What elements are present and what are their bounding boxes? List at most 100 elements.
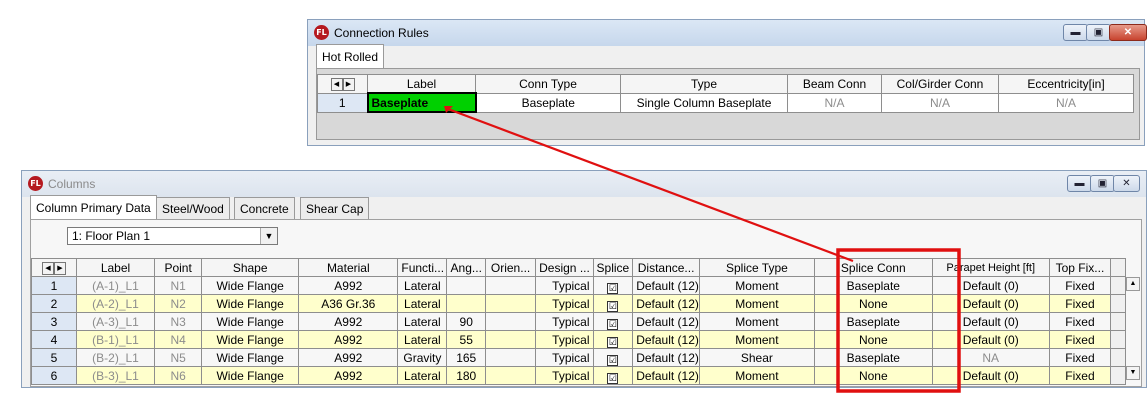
scrollbar-track[interactable]	[1110, 276, 1126, 295]
splice-checkbox[interactable]: ☑	[592, 348, 634, 367]
tab-column-primary-data[interactable]: Column Primary Data	[30, 195, 157, 219]
header-distance[interactable]: Distance...	[632, 258, 700, 277]
label-cell-selected[interactable]: Baseplate	[366, 92, 477, 113]
minimize-icon[interactable]: ▬	[1067, 175, 1092, 192]
row-number[interactable]: 4	[31, 330, 77, 349]
scroll-up-icon[interactable]: ▲	[1126, 277, 1140, 291]
point-cell[interactable]: N5	[154, 348, 203, 367]
header-shape[interactable]: Shape	[201, 258, 300, 277]
checkbox-checked-icon[interactable]: ☑	[607, 300, 619, 312]
point-cell[interactable]: N3	[154, 312, 203, 331]
shape-cell[interactable]: Wide Flange	[201, 330, 300, 349]
floor-plan-select[interactable]: 1: Floor Plan 1 ▼	[67, 227, 278, 245]
design-cell[interactable]: Typical	[535, 366, 594, 385]
orientation-cell[interactable]	[485, 348, 537, 367]
angle-cell[interactable]: 55	[446, 330, 487, 349]
splice-conn-cell[interactable]: Baseplate	[813, 276, 933, 295]
design-cell[interactable]: Typical	[535, 294, 594, 313]
header-eccentricity[interactable]: Eccentricity[in]	[998, 74, 1134, 94]
nav-next-icon[interactable]: ▶	[53, 261, 66, 275]
material-cell[interactable]: A992	[298, 348, 399, 367]
parapet-height-cell[interactable]: Default (0)	[931, 366, 1050, 385]
header-orientation[interactable]: Orien...	[485, 258, 537, 277]
row-number[interactable]: 6	[31, 366, 77, 385]
label-cell[interactable]: (B-2)_L1	[75, 348, 156, 367]
design-cell[interactable]: Typical	[535, 348, 594, 367]
angle-cell[interactable]	[446, 294, 487, 313]
row-nav-header[interactable]: ◀ ▶	[31, 258, 77, 277]
design-cell[interactable]: Typical	[535, 330, 594, 349]
splice-type-cell[interactable]: Moment	[698, 312, 815, 331]
header-design[interactable]: Design ...	[535, 258, 594, 277]
header-parapet-height[interactable]: Parapet Height [ft]	[931, 258, 1050, 277]
table-row[interactable]: 3 (A-3)_L1 N3 Wide Flange A992 Lateral 90 Typic…	[31, 312, 1126, 331]
function-cell[interactable]: Gravity	[397, 348, 448, 367]
angle-cell[interactable]: 180	[446, 366, 487, 385]
checkbox-checked-icon[interactable]: ☑	[607, 336, 619, 348]
distance-cell[interactable]: Default (12)	[632, 330, 700, 349]
orientation-cell[interactable]	[485, 312, 537, 331]
top-fix-cell[interactable]: Fixed	[1048, 348, 1112, 367]
minimize-icon[interactable]: ▬	[1063, 24, 1088, 41]
scrollbar-track[interactable]	[1110, 312, 1126, 331]
label-cell[interactable]: (A-3)_L1	[75, 312, 156, 331]
splice-conn-cell[interactable]: Baseplate	[813, 312, 933, 331]
distance-cell[interactable]: Default (12)	[632, 366, 700, 385]
row-number[interactable]: 5	[31, 348, 77, 367]
material-cell[interactable]: A992	[298, 312, 399, 331]
splice-conn-cell[interactable]: None	[813, 294, 933, 313]
row-number[interactable]: 2	[31, 294, 77, 313]
header-material[interactable]: Material	[298, 258, 399, 277]
point-cell[interactable]: N2	[154, 294, 203, 313]
function-cell[interactable]: Lateral	[397, 366, 448, 385]
point-cell[interactable]: N6	[154, 366, 203, 385]
header-label[interactable]: Label	[367, 74, 476, 94]
top-fix-cell[interactable]: Fixed	[1048, 366, 1112, 385]
shape-cell[interactable]: Wide Flange	[201, 312, 300, 331]
top-fix-cell[interactable]: Fixed	[1048, 276, 1112, 295]
splice-checkbox[interactable]: ☑	[592, 294, 634, 313]
design-cell[interactable]: Typical	[535, 276, 594, 295]
scroll-down-icon[interactable]: ▼	[1126, 366, 1140, 380]
splice-type-cell[interactable]: Moment	[698, 330, 815, 349]
close-icon[interactable]: ✕	[1113, 175, 1140, 192]
row-number[interactable]: 3	[31, 312, 77, 331]
eccentricity-cell[interactable]: N/A	[998, 92, 1134, 113]
splice-conn-cell[interactable]: Baseplate	[813, 348, 933, 367]
point-cell[interactable]: N1	[154, 276, 203, 295]
splice-checkbox[interactable]: ☑	[592, 276, 634, 295]
splice-type-cell[interactable]: Moment	[698, 366, 815, 385]
header-point[interactable]: Point	[154, 258, 203, 277]
header-splice-type[interactable]: Splice Type	[698, 258, 815, 277]
function-cell[interactable]: Lateral	[397, 294, 448, 313]
conn-type-cell[interactable]: Baseplate	[475, 92, 621, 113]
shape-cell[interactable]: Wide Flange	[201, 366, 300, 385]
scrollbar-track[interactable]	[1110, 330, 1126, 349]
row-nav-header[interactable]: ◀ ▶	[317, 74, 368, 94]
header-type[interactable]: Type	[620, 74, 788, 94]
orientation-cell[interactable]	[485, 294, 537, 313]
splice-type-cell[interactable]: Moment	[698, 294, 815, 313]
chevron-down-icon[interactable]: ▼	[260, 228, 277, 244]
columns-titlebar[interactable]: FL Columns ▬ ▣ ✕	[22, 171, 1146, 197]
table-row[interactable]: 5 (B-2)_L1 N5 Wide Flange A992 Gravity 165 Typi…	[31, 348, 1126, 367]
top-fix-cell[interactable]: Fixed	[1048, 330, 1112, 349]
splice-checkbox[interactable]: ☑	[592, 366, 634, 385]
shape-cell[interactable]: Wide Flange	[201, 348, 300, 367]
beam-conn-cell[interactable]: N/A	[787, 92, 882, 113]
header-splice-conn[interactable]: Splice Conn	[813, 258, 933, 277]
scrollbar-track[interactable]	[1110, 366, 1126, 385]
shape-cell[interactable]: Wide Flange	[201, 276, 300, 295]
maximize-icon[interactable]: ▣	[1090, 175, 1115, 192]
distance-cell[interactable]: Default (12)	[632, 312, 700, 331]
col-girder-conn-cell[interactable]: N/A	[881, 92, 999, 113]
header-col-girder-conn[interactable]: Col/Girder Conn	[881, 74, 999, 94]
header-angle[interactable]: Ang...	[446, 258, 487, 277]
checkbox-checked-icon[interactable]: ☑	[607, 372, 619, 384]
orientation-cell[interactable]	[485, 366, 537, 385]
checkbox-checked-icon[interactable]: ☑	[607, 354, 619, 366]
table-row[interactable]: 2 (A-2)_L1 N2 Wide Flange A36 Gr.36 Lateral Ty…	[31, 294, 1126, 313]
row-number[interactable]: 1	[317, 92, 368, 113]
orientation-cell[interactable]	[485, 330, 537, 349]
nav-prev-icon[interactable]: ◀	[330, 77, 343, 91]
